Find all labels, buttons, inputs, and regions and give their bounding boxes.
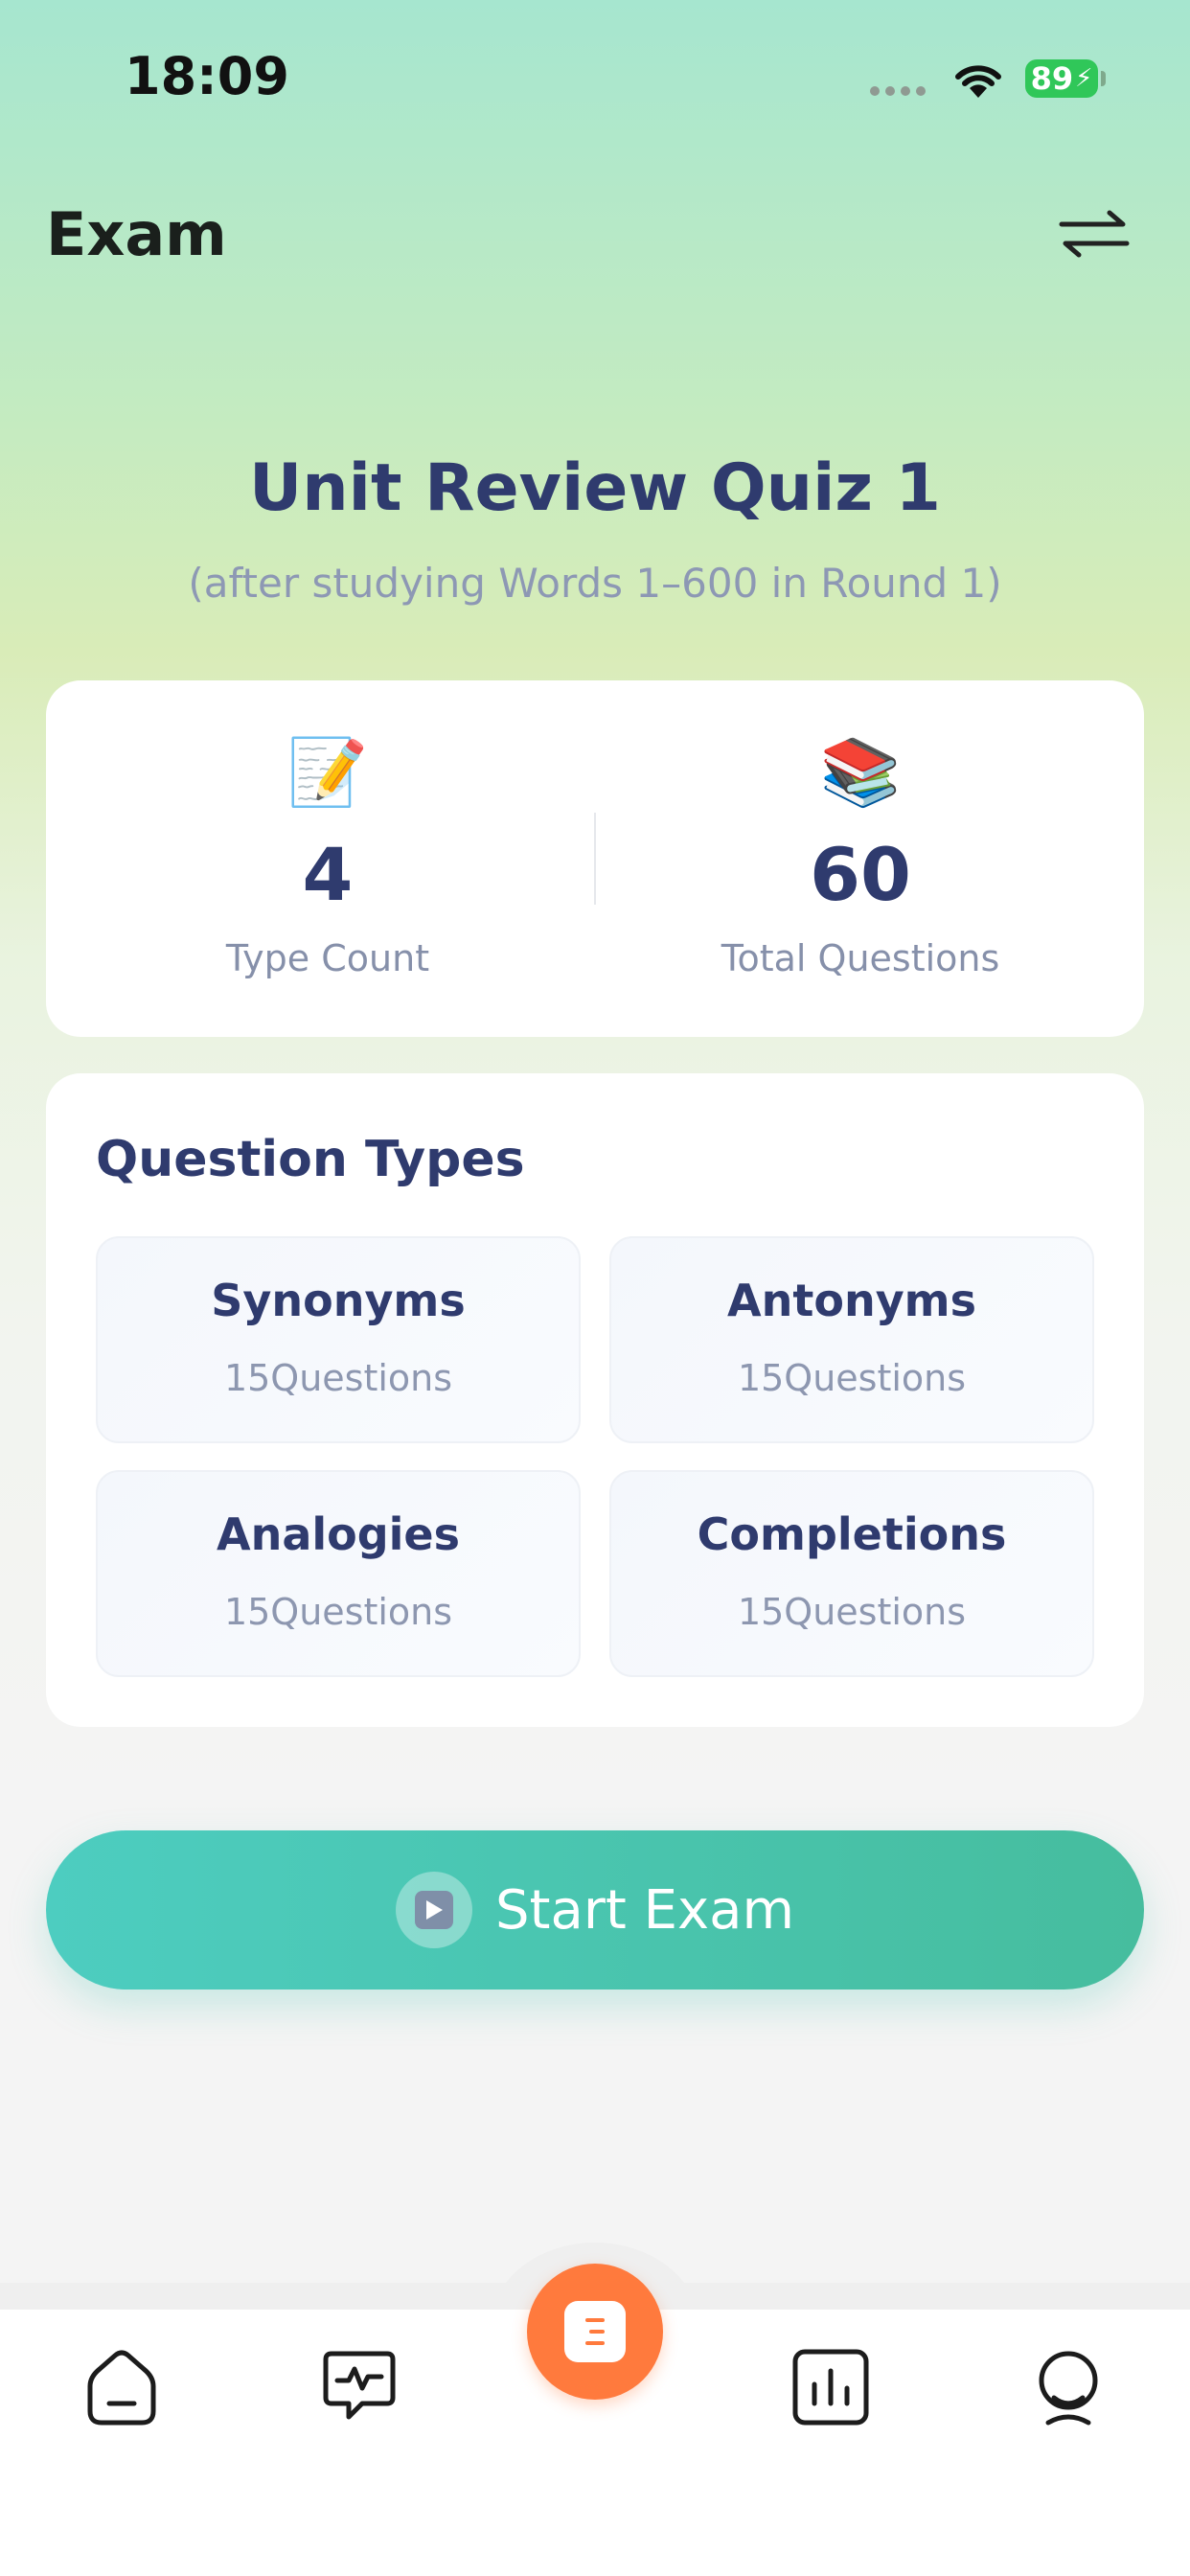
- type-name: Completions: [697, 1508, 1007, 1560]
- signal-dots-icon: [870, 86, 926, 96]
- battery-level: 89: [1030, 60, 1074, 97]
- stats-divider: [594, 813, 596, 905]
- battery-tip: [1101, 71, 1106, 86]
- chat-icon[interactable]: [316, 2344, 402, 2430]
- type-count: 15Questions: [737, 1591, 967, 1633]
- home-icon[interactable]: [79, 2344, 165, 2430]
- type-tile-synonyms[interactable]: [96, 1236, 581, 1443]
- profile-icon[interactable]: [1025, 2344, 1111, 2430]
- page-title: Exam: [46, 199, 227, 269]
- type-count-value: 4: [302, 832, 354, 917]
- book-icon[interactable]: [527, 2264, 663, 2400]
- type-tile-completions[interactable]: [609, 1470, 1094, 1677]
- charging-bolt-icon: ⚡: [1075, 64, 1093, 93]
- wifi-icon: [955, 65, 1001, 98]
- swap-arrows-icon[interactable]: [1054, 203, 1134, 264]
- type-count-label: Type Count: [225, 937, 430, 979]
- type-name: Analogies: [216, 1508, 461, 1560]
- question-types-title: Question Types: [96, 1131, 525, 1188]
- type-count: 15Questions: [223, 1357, 453, 1399]
- type-count: 15Questions: [223, 1591, 453, 1633]
- type-tile-analogies[interactable]: [96, 1470, 581, 1677]
- type-name: Antonyms: [727, 1275, 976, 1326]
- start-exam-label: Start Exam: [495, 1878, 794, 1942]
- memo-icon: 📝: [286, 735, 369, 811]
- stats-icon[interactable]: [788, 2344, 874, 2430]
- play-icon: [396, 1872, 472, 1948]
- total-questions-value: 60: [810, 832, 911, 917]
- battery-indicator: 89 ⚡: [1025, 59, 1098, 98]
- quiz-subtitle: (after studying Words 1–600 in Round 1): [188, 560, 1002, 607]
- status-time: 18:09: [125, 46, 289, 106]
- quiz-title: Unit Review Quiz 1: [249, 450, 941, 526]
- type-tile-antonyms[interactable]: [609, 1236, 1094, 1443]
- type-count: 15Questions: [737, 1357, 967, 1399]
- total-questions-label: Total Questions: [721, 937, 1000, 979]
- type-name: Synonyms: [211, 1275, 466, 1326]
- books-icon: 📚: [819, 735, 902, 811]
- start-exam-button[interactable]: Start Exam: [46, 1830, 1144, 1990]
